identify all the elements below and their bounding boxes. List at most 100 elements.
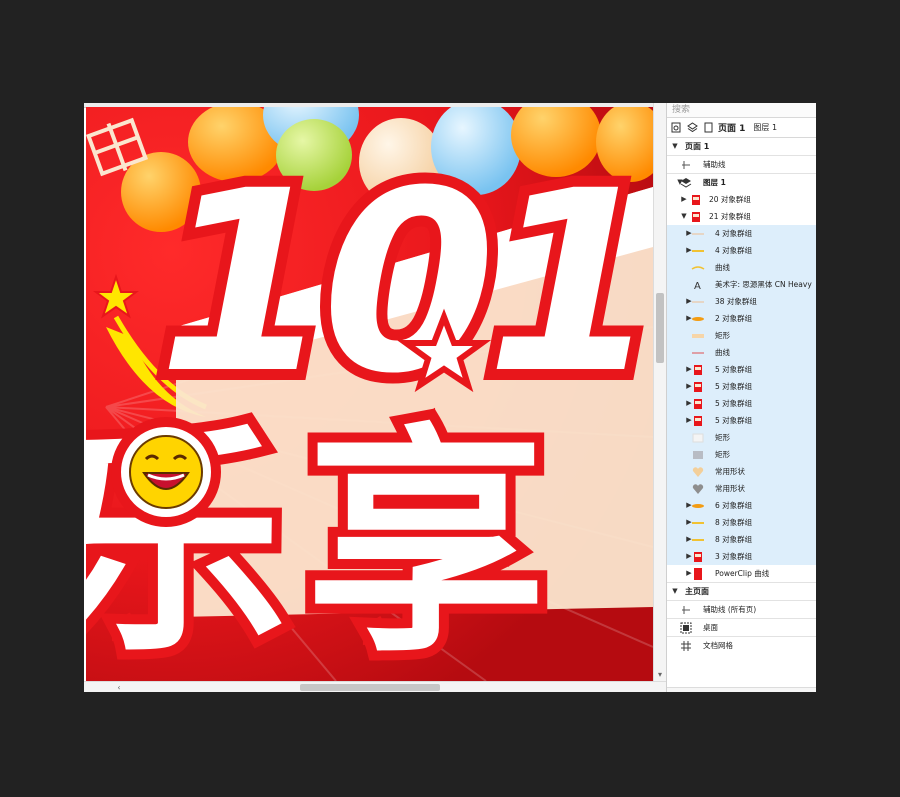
object-tree-row[interactable]: 辅助线 (所有页) — [667, 600, 816, 618]
object-tree-label: 2 对象群组 — [715, 314, 753, 323]
object-tree-row[interactable]: A 美术字: 思源黑体 CN Heavy — [667, 276, 816, 293]
canvas-area[interactable]: 101 乐享 ▾ ‹ — [84, 103, 666, 692]
object-tree-row[interactable]: ▶ 38 对象群组 — [667, 293, 816, 310]
objects-panel-toolbar: 页面 1 图层 1 — [667, 118, 816, 138]
object-tree-row[interactable]: 常用形状 — [667, 463, 816, 480]
expand-caret-icon[interactable]: ▶ — [680, 191, 688, 208]
object-tree-label: 38 对象群组 — [715, 297, 757, 306]
object-tree-label: 主页面 — [685, 587, 709, 596]
group-thumbnail-light — [691, 227, 705, 240]
object-tree-row[interactable]: ▶ 5 对象群组 — [667, 378, 816, 395]
collapse-caret-icon[interactable]: ▼ — [671, 583, 679, 600]
layers-icon[interactable] — [686, 122, 698, 134]
heart-thumbnail-gray — [691, 482, 705, 495]
object-tree: ▼ 页面 1 辅助线 ▼ 图层 1 ▶ 20 对象群组 ▼ 21 对象群组 ▶ 4 对象群组 ▶ 4 对… — [667, 138, 816, 654]
collapse-caret-icon[interactable]: ▼ — [671, 138, 679, 155]
object-tree-label: 8 对象群组 — [715, 518, 753, 527]
group-thumbnail-yellow — [691, 533, 705, 546]
current-layer-label[interactable]: 图层 1 — [753, 122, 777, 133]
object-tree-label: 4 对象群组 — [715, 229, 753, 238]
object-tree-row[interactable]: ▶ 5 对象群组 — [667, 412, 816, 429]
horizontal-scrollbar[interactable]: ‹ — [84, 681, 666, 692]
object-tree-label: 文档网格 — [703, 641, 733, 650]
object-tree-label: 桌面 — [703, 623, 718, 632]
object-tree-row[interactable]: ▶ 2 对象群组 — [667, 310, 816, 327]
object-tree-row[interactable]: ▶ 4 对象群组 — [667, 225, 816, 242]
object-tree-row[interactable]: ▼ 图层 1 — [667, 173, 816, 191]
object-tree-label: 美术字: 思源黑体 CN Heavy — [715, 280, 812, 289]
scroll-down-arrow-icon[interactable]: ▾ — [655, 669, 665, 681]
object-tree-row[interactable]: 矩形 — [667, 429, 816, 446]
group-thumbnail-light — [691, 295, 705, 308]
guideline-icon — [679, 603, 693, 616]
object-tree-row[interactable]: 曲线 — [667, 344, 816, 361]
vertical-scroll-thumb[interactable] — [656, 293, 664, 363]
object-tree-label: 矩形 — [715, 450, 730, 459]
object-tree-label: 3 对象群组 — [715, 552, 753, 561]
object-tree-row[interactable]: 辅助线 — [667, 155, 816, 173]
object-tree-row[interactable]: 文档网格 — [667, 636, 816, 654]
object-tree-row[interactable]: ▼ 主页面 — [667, 582, 816, 600]
group-thumbnail-red — [691, 550, 705, 563]
object-tree-row[interactable]: ▶ 5 对象群组 — [667, 361, 816, 378]
object-tree-row[interactable]: ▶ 8 对象群组 — [667, 514, 816, 531]
headline-number: 101 — [158, 137, 650, 428]
object-tree-row[interactable]: ▶ PowerClip 曲线 — [667, 565, 816, 582]
current-page-label[interactable]: 页面 1 — [718, 121, 745, 134]
document-grid-icon — [679, 639, 693, 652]
svg-text:A: A — [694, 281, 701, 291]
object-tree-label: 6 对象群组 — [715, 501, 753, 510]
object-tree-label: 曲线 — [715, 263, 730, 272]
object-tree-label: 常用形状 — [715, 467, 745, 476]
object-tree-row[interactable]: 矩形 — [667, 446, 816, 463]
page-view-icon[interactable] — [670, 122, 682, 134]
object-tree-label: 矩形 — [715, 433, 730, 442]
guideline-icon — [679, 158, 693, 171]
object-tree-row[interactable]: 矩形 — [667, 327, 816, 344]
object-tree-label: 图层 1 — [703, 178, 726, 187]
object-tree-row[interactable]: ▶ 3 对象群组 — [667, 548, 816, 565]
group-thumbnail-yellow — [691, 516, 705, 529]
group-thumbnail-yellow — [691, 244, 705, 257]
object-tree-label: 页面 1 — [685, 142, 710, 151]
collapse-caret-icon[interactable]: ▼ — [680, 208, 688, 225]
object-tree-label: 辅助线 — [703, 160, 726, 169]
object-tree-row[interactable]: ▶ 8 对象群组 — [667, 531, 816, 548]
layer-icon — [679, 176, 693, 189]
scroll-left-arrow-icon[interactable]: ‹ — [114, 682, 124, 692]
object-tree-label: 4 对象群组 — [715, 246, 753, 255]
object-tree-row[interactable]: 常用形状 — [667, 480, 816, 497]
coreldraw-window: 101 乐享 ▾ ‹ 搜索 页面 1 图层 1 ▼ 页面 1 辅助线 ▼ 图层 … — [84, 103, 816, 692]
object-tree-label: 辅助线 (所有页) — [703, 605, 757, 614]
object-tree-label: 常用形状 — [715, 484, 745, 493]
object-tree-label: 20 对象群组 — [709, 195, 751, 204]
group-thumbnail-red — [691, 397, 705, 410]
object-tree-label: 5 对象群组 — [715, 416, 753, 425]
horizontal-scroll-thumb[interactable] — [300, 684, 440, 691]
object-tree-row[interactable]: ▼ 页面 1 — [667, 138, 816, 155]
object-tree-row[interactable]: ▶ 20 对象群组 — [667, 191, 816, 208]
object-tree-row[interactable]: ▶ 5 对象群组 — [667, 395, 816, 412]
group-thumbnail-orange — [691, 312, 705, 325]
object-tree-row[interactable]: ▶ 6 对象群组 — [667, 497, 816, 514]
object-search-input[interactable]: 搜索 — [667, 103, 816, 118]
group-thumbnail-red — [689, 193, 703, 206]
vertical-scrollbar[interactable]: ▾ — [653, 103, 666, 681]
curve-thumbnail-yellow — [691, 261, 705, 274]
desktop-icon — [679, 621, 693, 634]
object-tree-row[interactable]: ▶ 4 对象群组 — [667, 242, 816, 259]
group-thumbnail-red — [689, 210, 703, 223]
object-tree-label: 矩形 — [715, 331, 730, 340]
poster-svg[interactable]: 101 乐享 — [86, 107, 653, 681]
page-icon[interactable] — [702, 122, 714, 134]
object-tree-label: 8 对象群组 — [715, 535, 753, 544]
heart-thumbnail-tan — [691, 465, 705, 478]
object-tree-row[interactable]: 桌面 — [667, 618, 816, 636]
poster-artwork[interactable]: 101 乐享 — [86, 107, 653, 681]
object-tree-label: 5 对象群组 — [715, 399, 753, 408]
objects-panel: 搜索 页面 1 图层 1 ▼ 页面 1 辅助线 ▼ 图层 1 ▶ 20 对象群组 ▼ 21 对象… — [666, 103, 816, 692]
group-thumbnail-red — [691, 414, 705, 427]
object-tree-row[interactable]: 曲线 — [667, 259, 816, 276]
object-tree-label: 曲线 — [715, 348, 730, 357]
object-tree-row[interactable]: ▼ 21 对象群组 — [667, 208, 816, 225]
